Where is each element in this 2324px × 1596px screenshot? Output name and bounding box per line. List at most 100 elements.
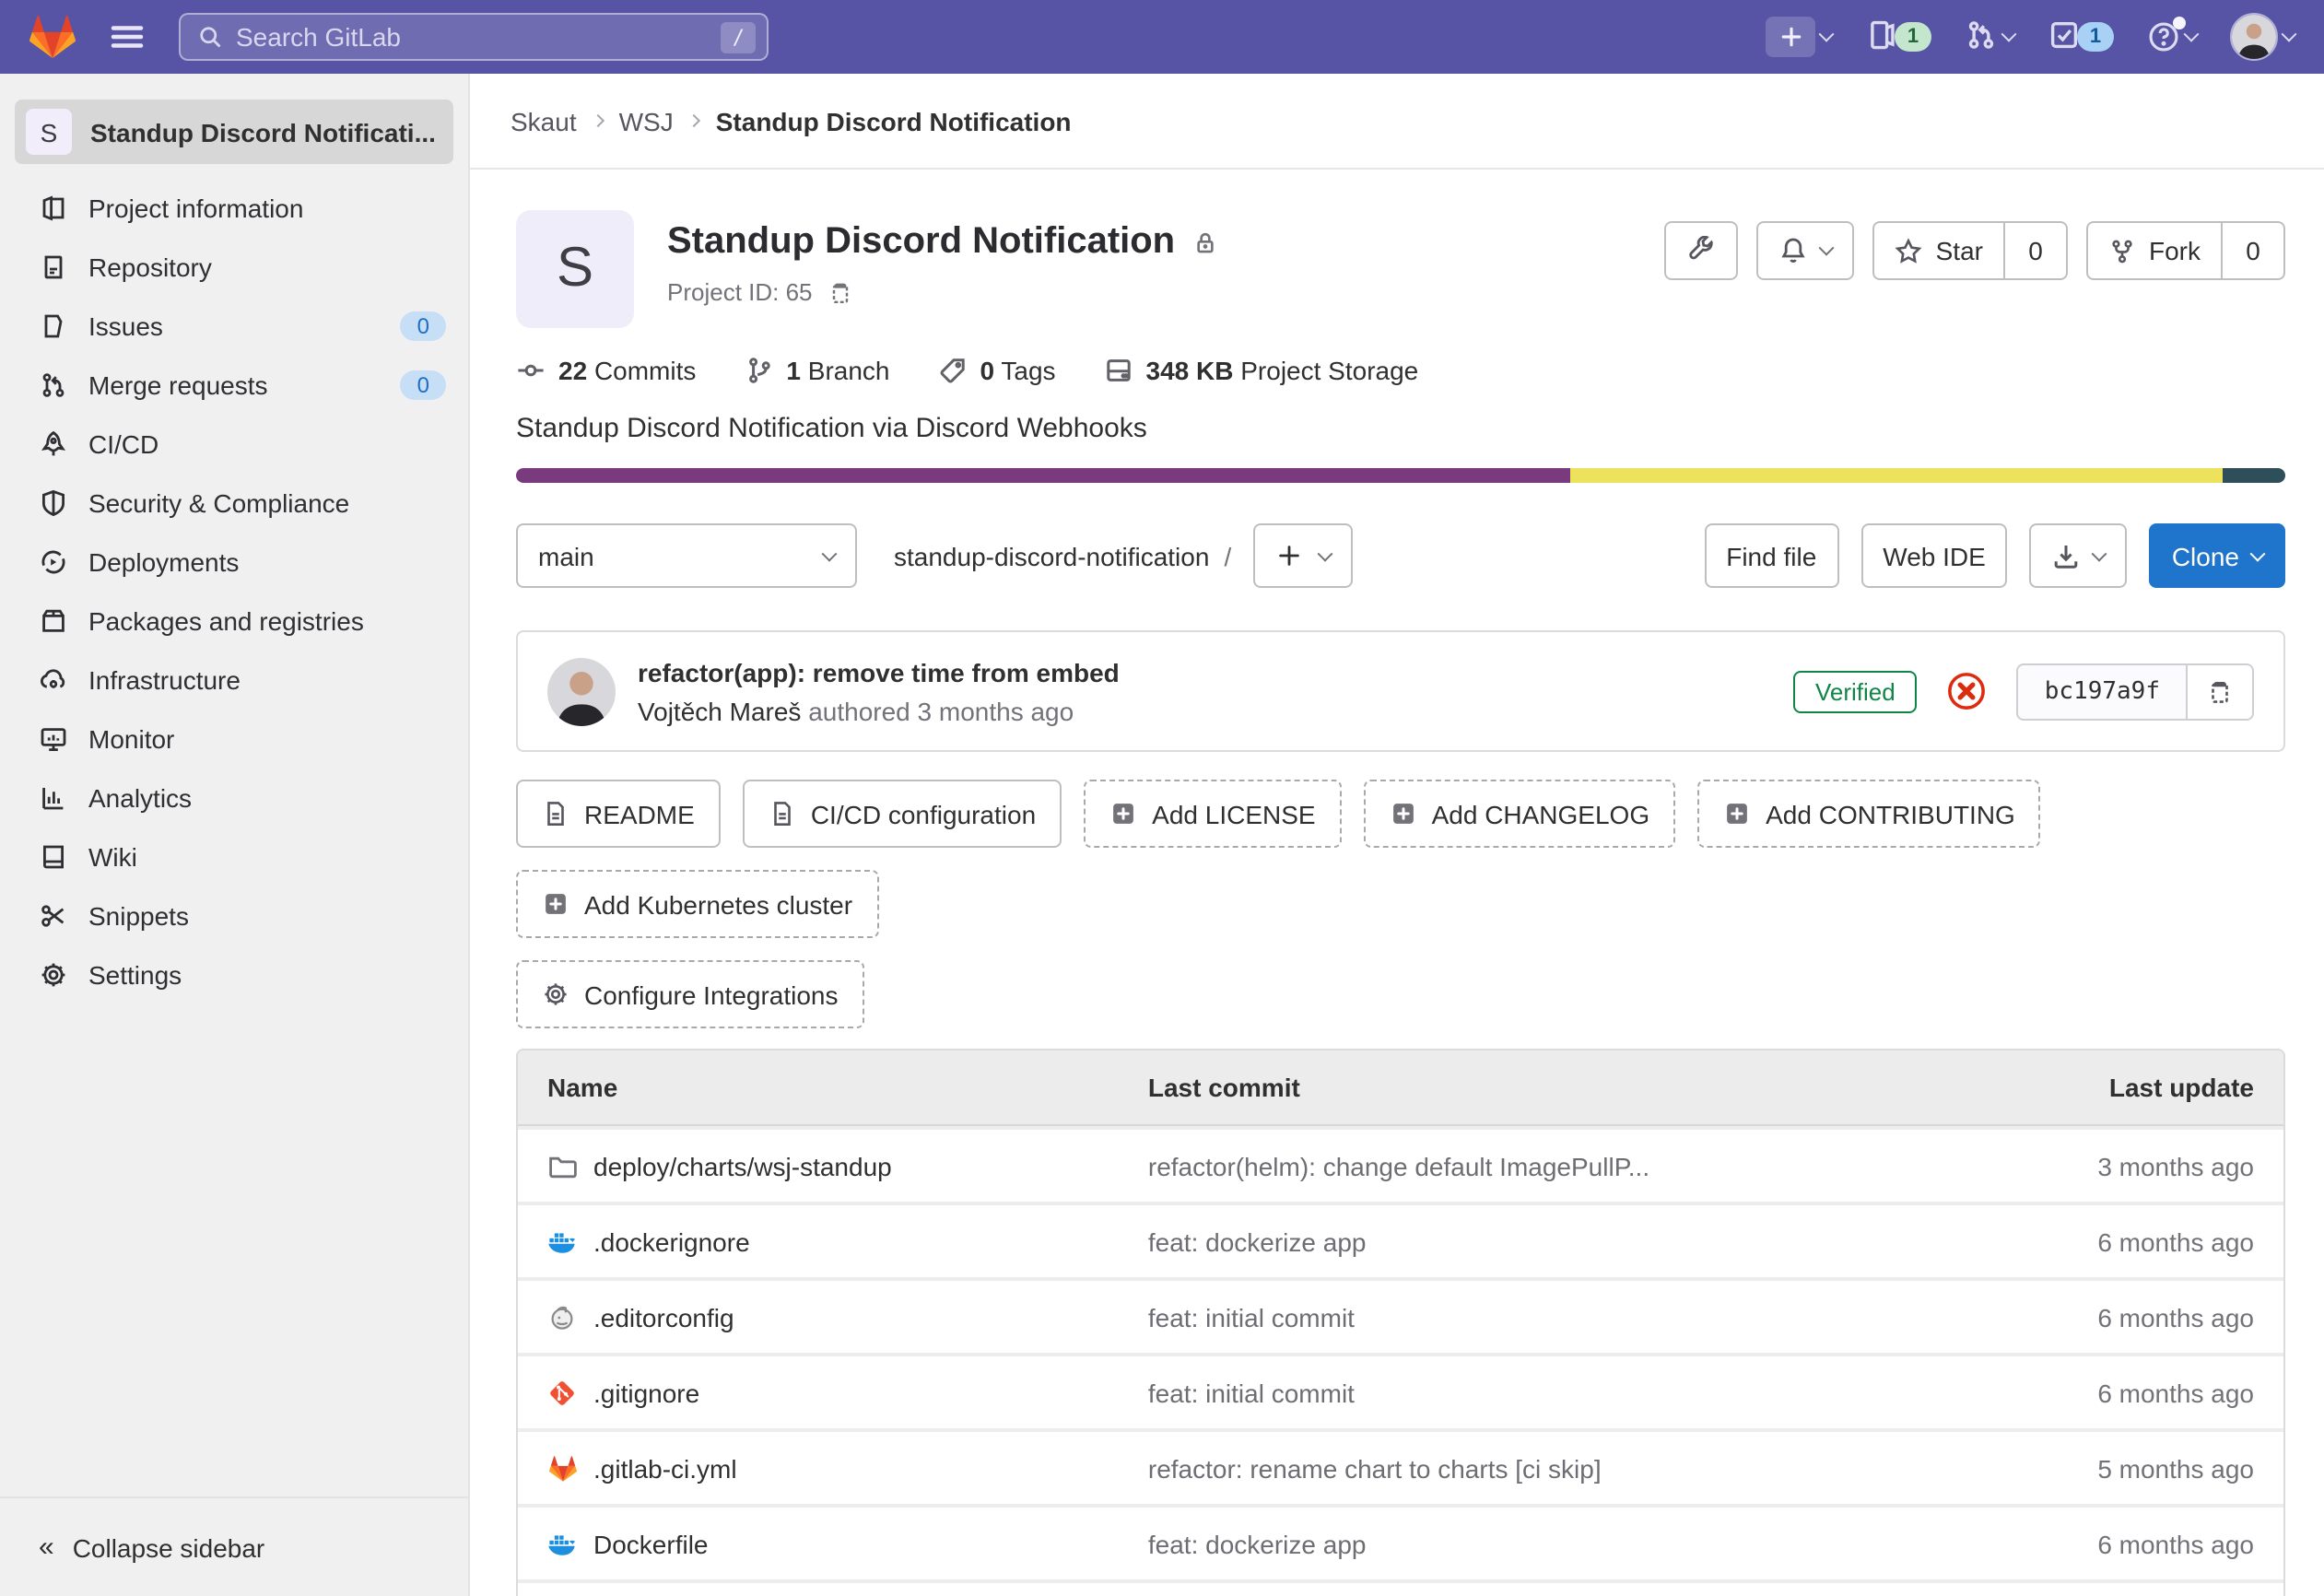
add-license-button[interactable]: Add LICENSE xyxy=(1084,780,1341,848)
global-search[interactable]: / xyxy=(179,13,769,61)
gear-icon xyxy=(39,960,68,990)
download-button[interactable] xyxy=(2030,523,2128,588)
sidebar-item-project-information[interactable]: Project information xyxy=(0,179,468,238)
file-name-link[interactable]: .gitlab-ci.yml xyxy=(593,1453,737,1483)
chevron-down-icon[interactable] xyxy=(2001,27,2017,42)
gitlab-logo-icon[interactable] xyxy=(29,15,76,59)
scissors-icon xyxy=(39,901,68,931)
sidebar-project-context[interactable]: S Standup Discord Notificati... xyxy=(15,100,453,164)
clone-button[interactable]: Clone xyxy=(2150,523,2285,588)
chevron-down-icon[interactable] xyxy=(2184,27,2200,42)
sidebar-project-title: Standup Discord Notificati... xyxy=(90,117,436,147)
commit-author-link[interactable]: Vojtěch Mareš xyxy=(638,696,801,725)
readme-button[interactable]: README xyxy=(516,780,721,848)
table-row[interactable]: .dockerignore feat: dockerize app 6 mont… xyxy=(518,1202,2283,1277)
fork-button[interactable]: Fork xyxy=(2086,221,2223,280)
commit-message-link[interactable]: feat: initial commit xyxy=(1148,1302,1355,1332)
cicd-configuration-button[interactable]: CI/CD configuration xyxy=(743,780,1062,848)
deployments-icon xyxy=(39,547,68,577)
configure-integrations-button[interactable]: Configure Integrations xyxy=(516,960,864,1028)
copy-sha-button[interactable] xyxy=(2188,663,2254,720)
table-row[interactable]: .gitlab-ci.yml refactor: rename chart to… xyxy=(518,1428,2283,1504)
sidebar-item-deployments[interactable]: Deployments xyxy=(0,533,468,592)
chevron-down-icon[interactable] xyxy=(2282,27,2297,42)
table-row[interactable]: deploy/charts/wsj-standup refactor(helm)… xyxy=(518,1126,2283,1202)
verified-badge[interactable]: Verified xyxy=(1793,670,1918,712)
fork-count[interactable]: 0 xyxy=(2223,221,2285,280)
chevron-down-icon xyxy=(2250,546,2266,561)
file-name-link[interactable]: .editorconfig xyxy=(593,1302,734,1332)
sidebar-item-packages-registries[interactable]: Packages and registries xyxy=(0,592,468,651)
repo-path-root[interactable]: standup-discord-notification xyxy=(894,541,1209,570)
sidebar-item-infrastructure[interactable]: Infrastructure xyxy=(0,651,468,710)
sidebar-item-analytics[interactable]: Analytics xyxy=(0,769,468,827)
add-kubernetes-cluster-button[interactable]: Add Kubernetes cluster xyxy=(516,870,878,938)
help-menu-icon[interactable] xyxy=(2147,20,2180,53)
notifications-button[interactable] xyxy=(1757,221,1855,280)
copy-project-id-icon[interactable] xyxy=(827,279,853,305)
language-bar[interactable] xyxy=(516,468,2285,483)
sidebar-item-merge-requests[interactable]: Merge requests 0 xyxy=(0,356,468,415)
sidebar-item-wiki[interactable]: Wiki xyxy=(0,827,468,886)
sidebar-item-settings[interactable]: Settings xyxy=(0,945,468,1004)
star-icon xyxy=(1896,237,1923,264)
project-description: Standup Discord Notification via Discord… xyxy=(516,413,2285,444)
sidebar-item-monitor[interactable]: Monitor xyxy=(0,710,468,769)
collapse-sidebar-icon: « xyxy=(39,1531,54,1563)
add-changelog-button[interactable]: Add CHANGELOG xyxy=(1364,780,1676,848)
table-row[interactable]: .gitignore feat: initial commit 6 months… xyxy=(518,1353,2283,1428)
file-name-link[interactable]: Dockerfile xyxy=(593,1529,709,1558)
file-name-link[interactable]: .gitignore xyxy=(593,1378,699,1407)
pipeline-failed-icon[interactable] xyxy=(1947,671,1988,711)
breadcrumb-subgroup[interactable]: WSJ xyxy=(619,106,674,135)
commit-message-link[interactable]: feat: initial commit xyxy=(1148,1378,1355,1407)
commit-message-link[interactable]: feat: dockerize app xyxy=(1148,1226,1367,1256)
new-menu-button[interactable] xyxy=(1766,17,1815,57)
admin-wrench-button[interactable] xyxy=(1665,221,1739,280)
commit-message-link[interactable]: refactor(helm): change default ImagePull… xyxy=(1148,1151,1649,1180)
todos-nav-icon[interactable] xyxy=(2048,18,2081,56)
table-row[interactable]: .editorconfig feat: initial commit 6 mon… xyxy=(518,1277,2283,1353)
table-row[interactable]: Dockerfile feat: dockerize app 6 months … xyxy=(518,1504,2283,1579)
hamburger-menu-icon[interactable] xyxy=(109,18,146,55)
sidebar-nav: Project information Repository Issues 0 … xyxy=(0,179,468,1004)
tags-stat[interactable]: 0 Tags xyxy=(938,356,1056,385)
issues-nav-icon[interactable] xyxy=(1865,18,1898,56)
file-name-link[interactable]: .dockerignore xyxy=(593,1226,750,1256)
file-name-link[interactable]: deploy/charts/wsj-standup xyxy=(593,1151,892,1180)
commit-sha: bc197a9f xyxy=(2017,663,2188,720)
docker-icon xyxy=(547,1226,577,1256)
add-file-dropdown[interactable] xyxy=(1253,523,1353,588)
breadcrumb-project[interactable]: Standup Discord Notification xyxy=(716,106,1072,135)
merge-requests-nav-icon[interactable] xyxy=(1965,18,1998,56)
chevron-down-icon[interactable] xyxy=(1819,27,1835,42)
star-button[interactable]: Star xyxy=(1873,221,2005,280)
storage-stat[interactable]: 348 KB Project Storage xyxy=(1104,356,1419,385)
collapse-sidebar-button[interactable]: « Collapse sidebar xyxy=(0,1496,468,1596)
plus-square-icon xyxy=(1390,800,1417,827)
sidebar-item-snippets[interactable]: Snippets xyxy=(0,886,468,945)
commit-author-avatar[interactable] xyxy=(547,657,616,725)
todos-count-badge[interactable]: 1 xyxy=(2077,22,2114,52)
branch-selector[interactable]: main xyxy=(516,523,857,588)
find-file-button[interactable]: Find file xyxy=(1704,523,1838,588)
branches-stat[interactable]: 1 Branch xyxy=(744,356,889,385)
commits-stat[interactable]: 22 Commits xyxy=(516,356,696,385)
breadcrumb-group[interactable]: Skaut xyxy=(511,106,577,135)
sidebar-item-security-compliance[interactable]: Security & Compliance xyxy=(0,474,468,533)
issues-count-badge[interactable]: 1 xyxy=(1895,22,1931,52)
sidebar-item-repository[interactable]: Repository xyxy=(0,238,468,297)
search-input[interactable] xyxy=(236,22,709,52)
commit-message-link[interactable]: feat: dockerize app xyxy=(1148,1529,1367,1558)
column-header-last-update: Last update xyxy=(1941,1073,2254,1102)
user-avatar[interactable] xyxy=(2230,13,2278,61)
download-icon xyxy=(2052,541,2082,570)
star-count[interactable]: 0 xyxy=(2005,221,2068,280)
sidebar-item-ci-cd[interactable]: CI/CD xyxy=(0,415,468,474)
commit-title-link[interactable]: refactor(app): remove time from embed xyxy=(638,657,1120,687)
table-row[interactable]: M↓ README.md feat: initial commit 6 mont… xyxy=(518,1579,2283,1596)
sidebar-item-issues[interactable]: Issues 0 xyxy=(0,297,468,356)
commit-message-link[interactable]: refactor: rename chart to charts [ci ski… xyxy=(1148,1453,1602,1483)
add-contributing-button[interactable]: Add CONTRIBUTING xyxy=(1697,780,2041,848)
web-ide-button[interactable]: Web IDE xyxy=(1860,523,2008,588)
